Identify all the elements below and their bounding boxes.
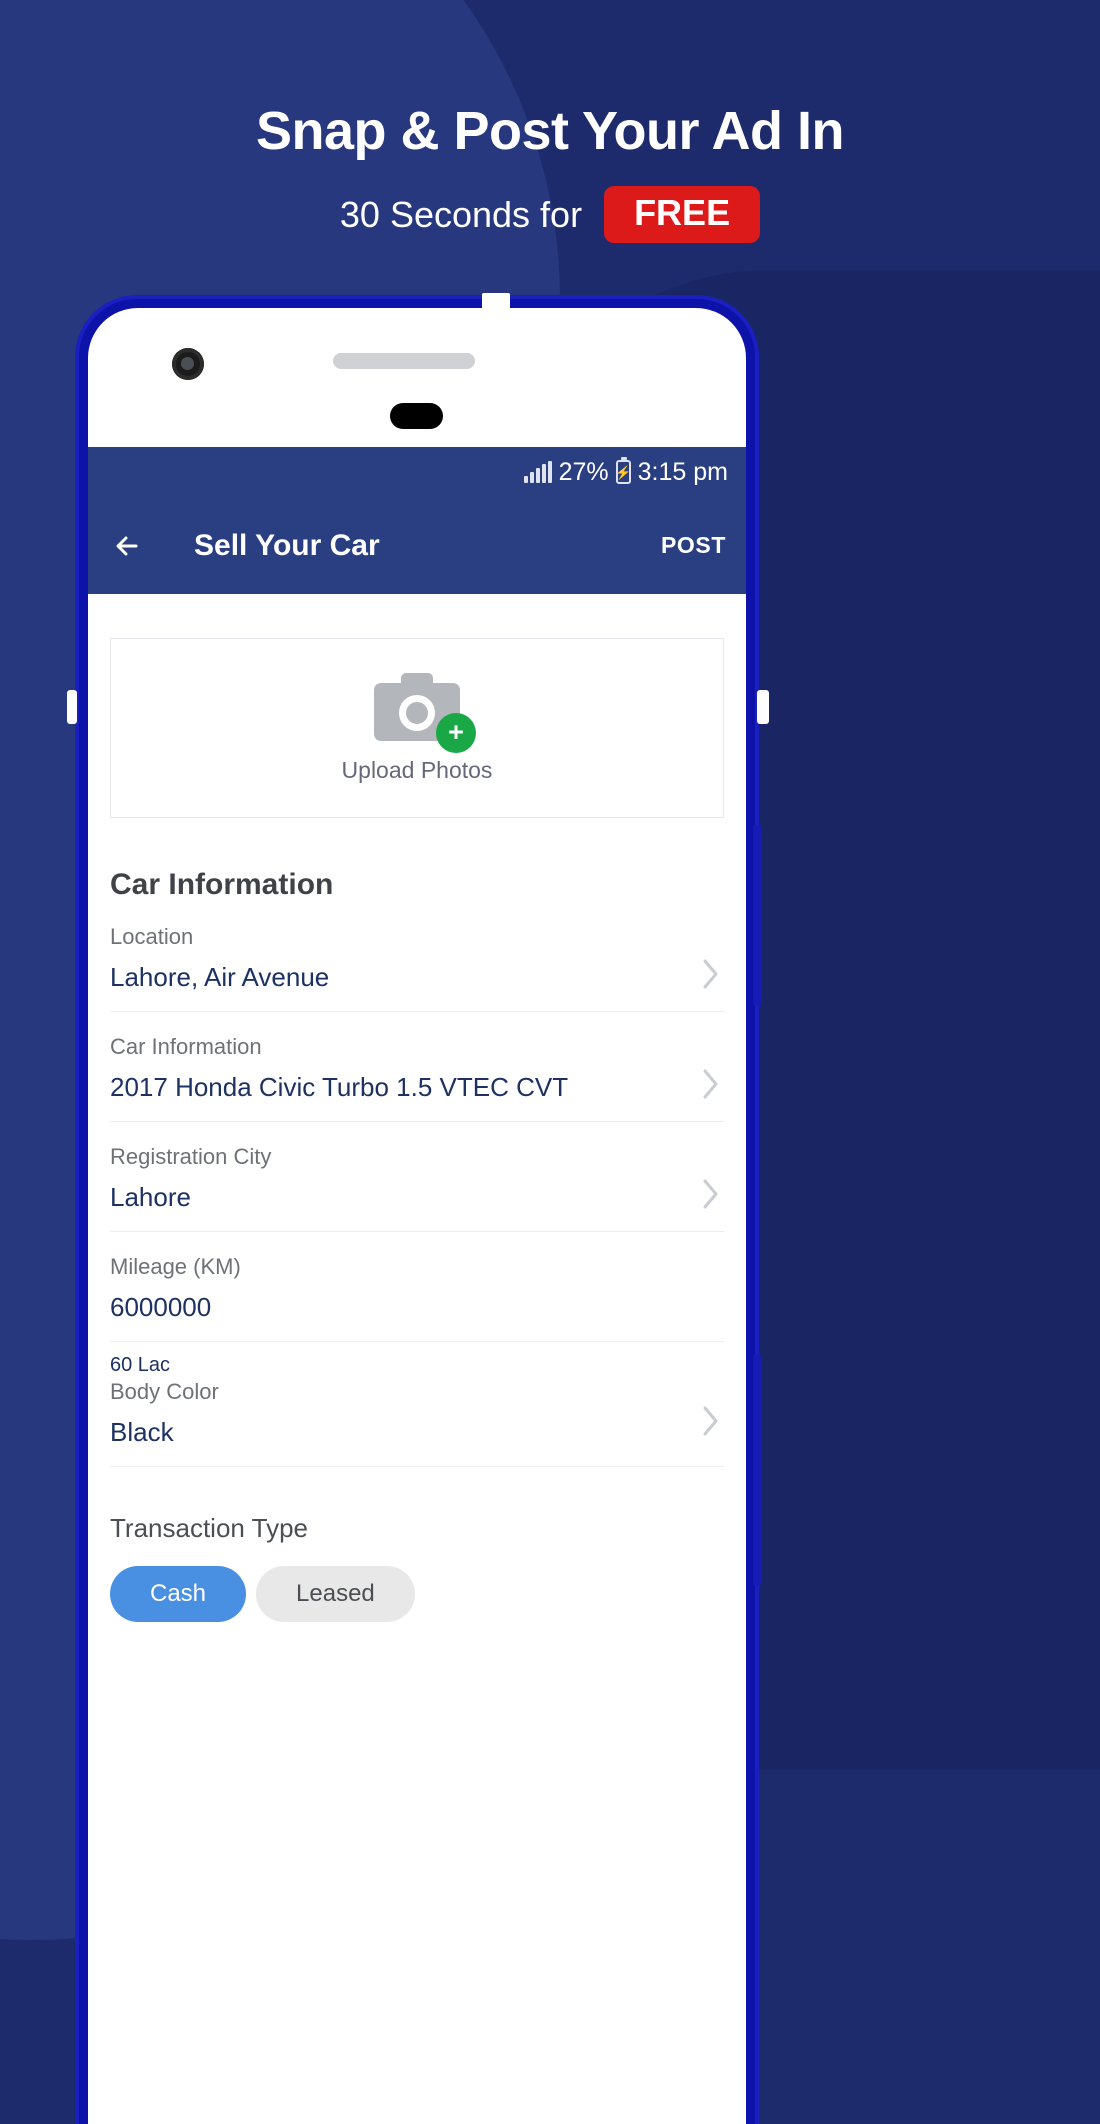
phone-mockup: 27% ⚡ 3:15 pm Sell Your Car POST + Uploa… — [67, 295, 769, 2124]
mileage-helper-text: 60 Lac — [110, 1354, 171, 1376]
headline-primary: Snap & Post Your Ad In — [255, 101, 845, 161]
phone-screen: 27% ⚡ 3:15 pm Sell Your Car POST + Uploa… — [88, 308, 746, 2124]
signal-bars-icon — [523, 461, 552, 483]
field-value[interactable]: 6000000 — [110, 1280, 724, 1341]
field-body-color[interactable]: 60 Lac Body Color Black — [110, 1342, 724, 1466]
transaction-option-leased[interactable]: Leased — [256, 1566, 415, 1622]
field-label: Mileage (KM) — [110, 1254, 241, 1279]
front-camera-icon — [172, 348, 204, 380]
upload-photos-label: Upload Photos — [341, 756, 493, 783]
field-label: Body Color — [110, 1379, 219, 1404]
chevron-right-icon[interactable] — [700, 955, 722, 993]
battery-percent-label: 27% — [558, 457, 609, 486]
phone-top-notch-tab — [482, 293, 510, 309]
camera-icon: + — [374, 672, 476, 753]
headline-secondary-row: 30 Seconds for FREE — [0, 186, 1100, 243]
sensor-pill — [390, 403, 443, 429]
battery-charging-icon: ⚡ — [615, 457, 631, 484]
clock-label: 3:15 pm — [637, 457, 728, 486]
transaction-option-cash[interactable]: Cash — [110, 1566, 247, 1622]
phone-volume-button — [753, 825, 762, 1005]
free-badge: FREE — [604, 186, 761, 243]
upload-photos-box[interactable]: + Upload Photos — [110, 638, 724, 818]
chevron-right-icon[interactable] — [700, 1175, 722, 1213]
app-bar: Sell Your Car POST — [88, 497, 746, 594]
field-value: 2017 Honda Civic Turbo 1.5 VTEC CVT — [110, 1072, 569, 1102]
back-arrow-icon[interactable] — [110, 526, 150, 566]
promo-header: Snap & Post Your Ad In 30 Seconds for FR… — [0, 0, 1100, 243]
headline-secondary: 30 Seconds for — [339, 193, 583, 235]
phone-right-nub — [757, 690, 769, 724]
phone-power-button — [753, 1355, 762, 1585]
plus-badge-icon: + — [436, 712, 476, 753]
page-title: Sell Your Car — [194, 528, 380, 562]
car-information-form: Location Lahore, Air Avenue Car Informat… — [88, 902, 746, 1466]
field-label: Registration City — [110, 1144, 272, 1169]
section-title-car-information: Car Information — [110, 868, 334, 901]
chevron-right-icon[interactable] — [700, 1402, 722, 1440]
status-bar: 27% ⚡ 3:15 pm — [88, 447, 746, 497]
field-label: Car Information — [110, 1034, 262, 1059]
field-location[interactable]: Location Lahore, Air Avenue — [110, 902, 724, 1012]
transaction-type-label: Transaction Type — [110, 1513, 308, 1543]
field-value: Lahore, Air Avenue — [110, 962, 330, 992]
post-button[interactable]: POST — [661, 532, 726, 559]
earpiece-speaker — [333, 353, 475, 369]
divider — [110, 1466, 724, 1467]
phone-left-button — [67, 690, 77, 724]
field-mileage[interactable]: Mileage (KM) 6000000 — [110, 1232, 724, 1342]
field-registration-city[interactable]: Registration City Lahore — [110, 1122, 724, 1232]
field-value: Lahore — [110, 1182, 191, 1212]
field-value: Black — [110, 1417, 174, 1447]
field-car-information[interactable]: Car Information 2017 Honda Civic Turbo 1… — [110, 1012, 724, 1122]
field-label: Location — [110, 924, 194, 949]
app-screen: 27% ⚡ 3:15 pm Sell Your Car POST + Uploa… — [88, 447, 746, 2124]
chevron-right-icon[interactable] — [700, 1065, 722, 1103]
transaction-type-options: Cash Leased — [110, 1566, 746, 1622]
